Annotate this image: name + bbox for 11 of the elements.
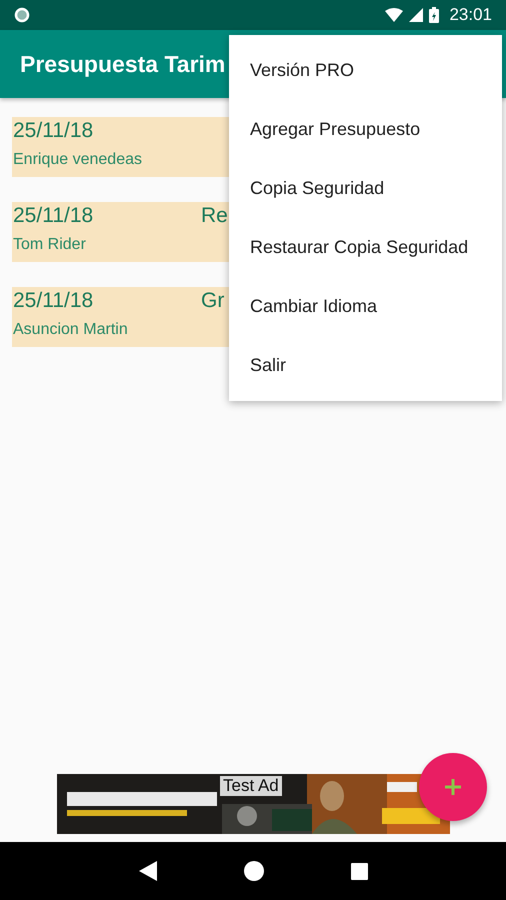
client-name: Asuncion Martin [13,321,128,339]
app-title: Presupuesta Tarim [20,50,226,78]
budget-date: 25/11/18 [13,289,94,313]
ad-label: Test Ad [220,776,282,796]
budget-title: Re [201,204,228,228]
budget-date: 25/11/18 [13,204,94,228]
budget-title: Gr [201,289,224,313]
client-name: Enrique venedeas [13,151,142,169]
client-name: Tom Rider [13,236,86,254]
clock-time: 23:01 [449,5,492,25]
budget-date: 25/11/18 [13,119,94,143]
